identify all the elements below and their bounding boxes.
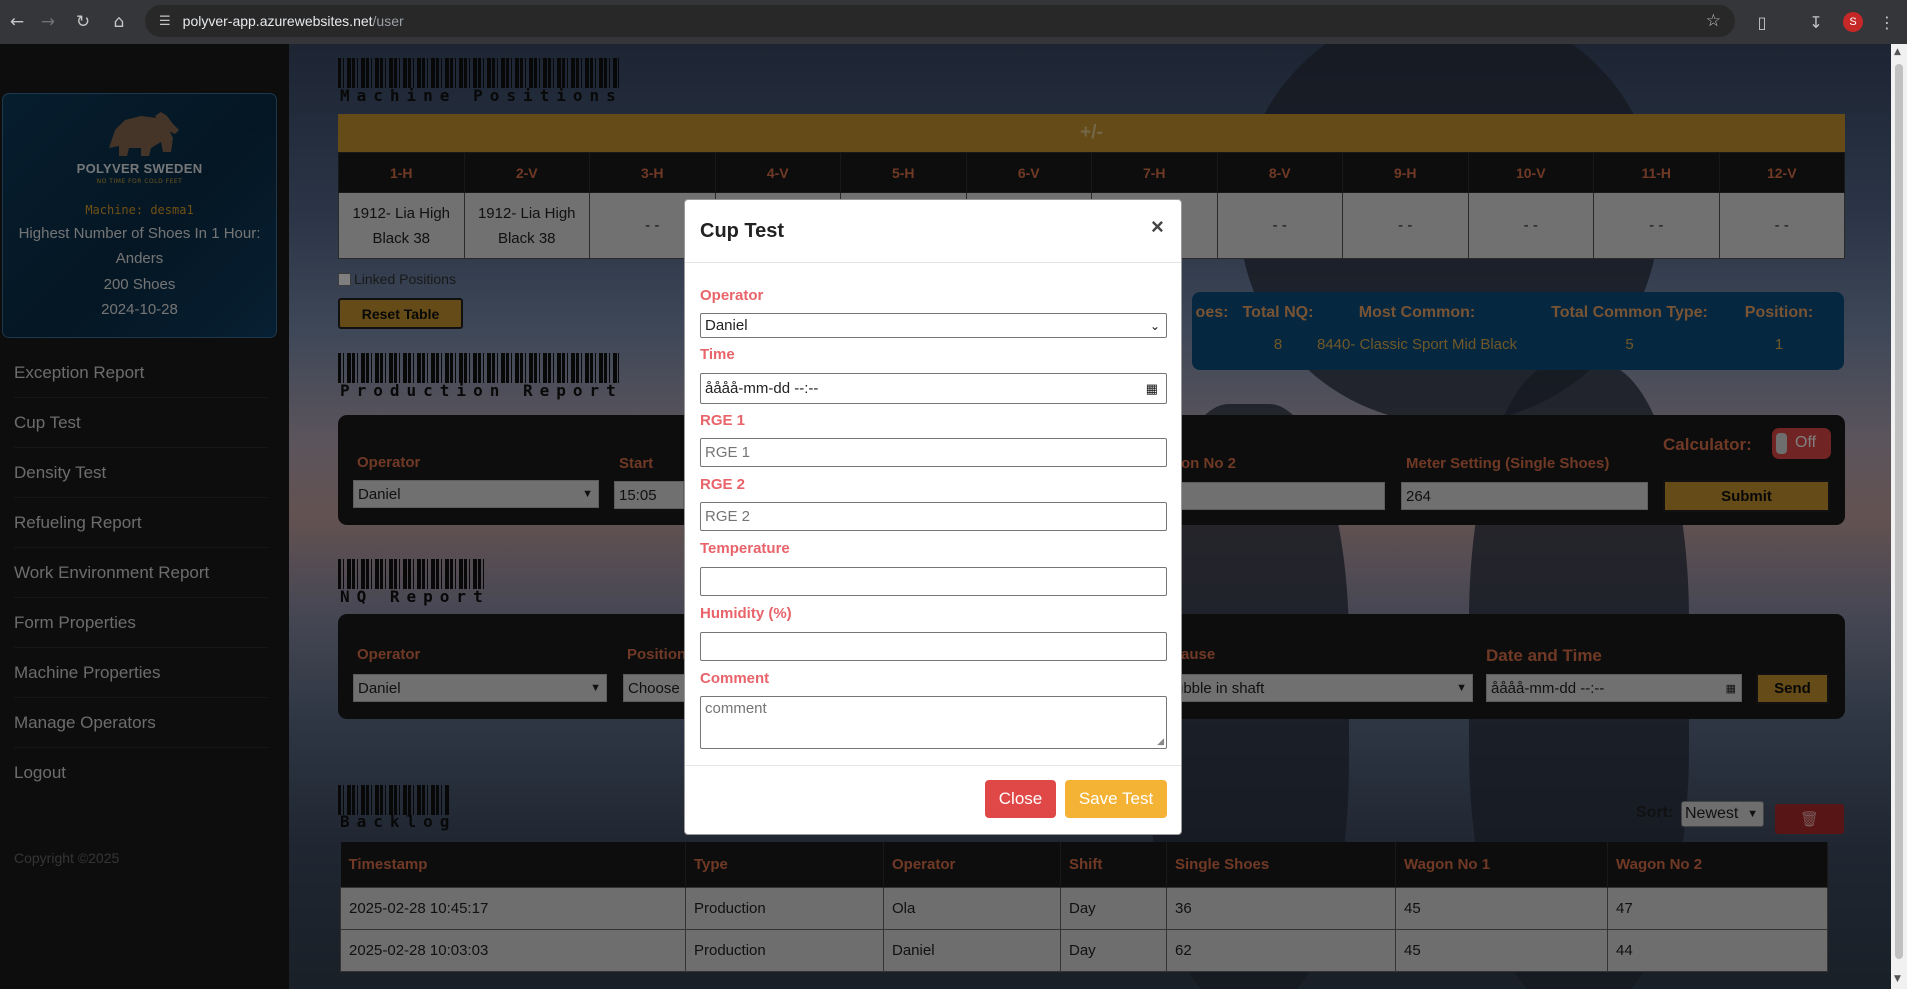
operator-select[interactable]: Daniel ⌄ xyxy=(700,313,1167,338)
bookmark-star-icon[interactable]: ☆ xyxy=(1706,11,1721,31)
close-button[interactable]: Close xyxy=(985,780,1056,818)
operator-label: Operator xyxy=(700,287,764,304)
profile-avatar[interactable]: S xyxy=(1843,12,1863,32)
home-icon[interactable]: ⌂ xyxy=(102,5,136,39)
modal-title: Cup Test xyxy=(700,220,785,242)
url-host: polyver-app.azurewebsites.net xyxy=(182,13,373,29)
humidity-input[interactable] xyxy=(700,632,1167,661)
comment-textarea[interactable]: comment ◢ xyxy=(700,696,1167,749)
calendar-icon[interactable]: ▦ xyxy=(1146,381,1158,397)
rge1-label: RGE 1 xyxy=(700,412,746,429)
menu-kebab-icon[interactable]: ⋮ xyxy=(1870,5,1904,39)
rge1-placeholder: RGE 1 xyxy=(705,444,751,461)
scroll-down-icon[interactable]: ▼ xyxy=(1894,974,1901,984)
rge2-input[interactable]: RGE 2 xyxy=(700,502,1167,531)
rge2-label: RGE 2 xyxy=(700,476,746,493)
modal-header-divider xyxy=(685,262,1181,263)
browser-toolbar: ← → ↻ ⌂ ☰ polyver-app.azurewebsites.net /… xyxy=(0,0,1907,44)
cup-test-modal: Cup Test × Operator Daniel ⌄ Time åååå-mm… xyxy=(684,199,1182,835)
address-bar[interactable]: ☰ polyver-app.azurewebsites.net/user ☆ xyxy=(145,5,1735,37)
page-scrollbar[interactable]: ▲ ▼ xyxy=(1891,44,1907,989)
time-value: åååå-mm-dd --:-- xyxy=(705,380,819,397)
temperature-label: Temperature xyxy=(700,540,790,557)
reload-icon[interactable]: ↻ xyxy=(66,5,100,39)
rge1-input[interactable]: RGE 1 xyxy=(700,438,1167,467)
resize-grip-icon[interactable]: ◢ xyxy=(1157,736,1164,747)
scroll-up-icon[interactable]: ▲ xyxy=(1894,47,1901,57)
temperature-input[interactable] xyxy=(700,567,1167,596)
time-input[interactable]: åååå-mm-dd --:-- ▦ xyxy=(700,373,1167,404)
comment-placeholder: comment xyxy=(705,700,767,717)
forward-icon[interactable]: → xyxy=(31,5,65,39)
time-label: Time xyxy=(700,346,735,363)
modal-footer-divider xyxy=(685,765,1181,766)
save-test-button[interactable]: Save Test xyxy=(1065,780,1167,818)
chevron-down-icon: ⌄ xyxy=(1149,318,1160,333)
download-icon[interactable]: ↧ xyxy=(1799,5,1833,39)
humidity-label: Humidity (%) xyxy=(700,605,792,622)
close-icon[interactable]: × xyxy=(1151,214,1164,240)
extensions-icon[interactable]: ▯ xyxy=(1745,5,1779,39)
rge2-placeholder: RGE 2 xyxy=(705,508,751,525)
url-path: /user xyxy=(372,13,404,29)
site-info-icon[interactable]: ☰ xyxy=(159,14,171,29)
operator-value: Daniel xyxy=(705,317,748,334)
scrollbar-thumb[interactable] xyxy=(1895,64,1903,959)
comment-label: Comment xyxy=(700,670,770,687)
back-icon[interactable]: ← xyxy=(0,5,34,39)
